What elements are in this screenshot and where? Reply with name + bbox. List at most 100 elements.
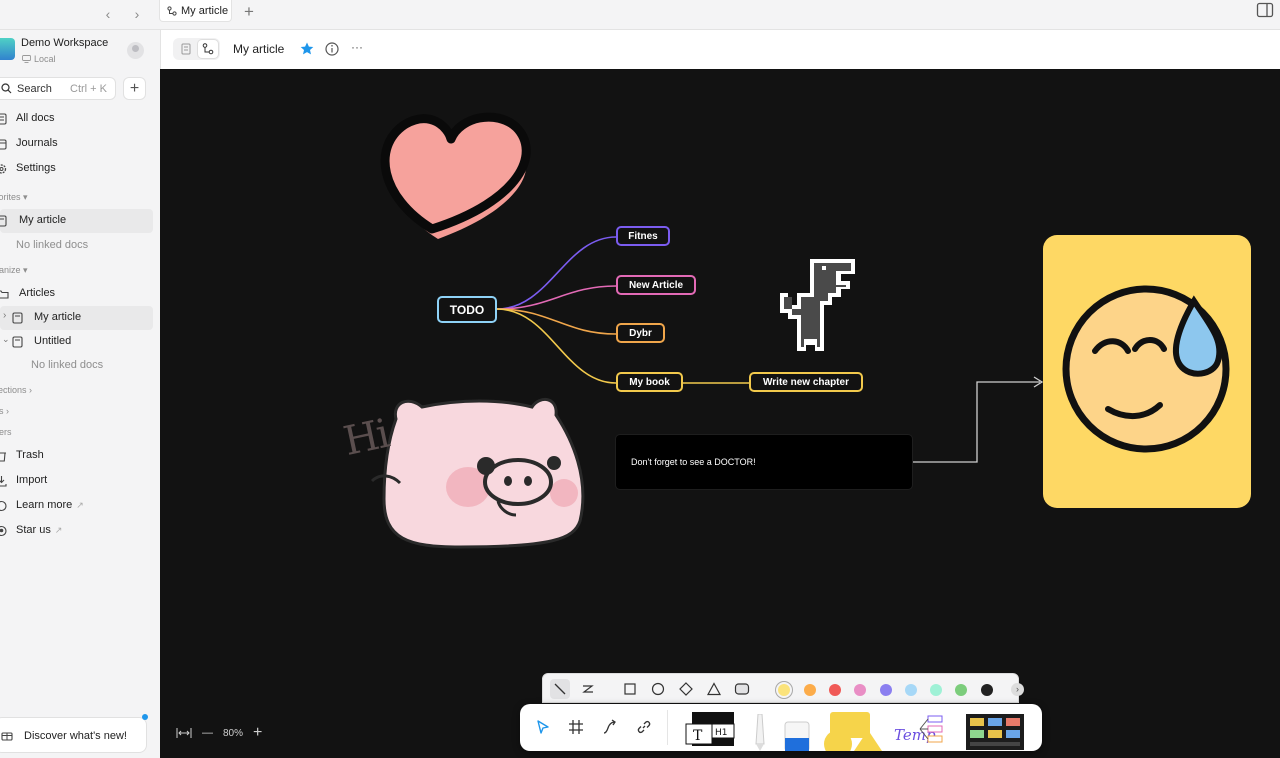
sidebar-item-journals[interactable]: Journals: [0, 132, 155, 156]
section-organize-label: ganize: [0, 265, 21, 275]
zoom-level[interactable]: 80%: [223, 728, 243, 739]
shapes-icon[interactable]: [820, 710, 884, 751]
color-swatch-red[interactable]: [829, 684, 841, 696]
connector-icon[interactable]: [601, 718, 619, 736]
workspace-logo[interactable]: [0, 38, 15, 60]
chevron-right-icon[interactable]: ›: [3, 310, 6, 321]
pen-tool-button[interactable]: [550, 679, 570, 699]
workspace-storage-label: Local: [34, 54, 56, 64]
sidebar-item-label: Untitled: [34, 335, 72, 347]
section-tags[interactable]: gs ›: [0, 406, 9, 416]
color-swatch-teal[interactable]: [930, 684, 942, 696]
mindmap-node-fitnes[interactable]: Fitnes: [616, 226, 670, 246]
page-icon: [12, 312, 23, 324]
zoom-in-button[interactable]: +: [253, 724, 262, 742]
sidebar-item-import[interactable]: Import: [0, 469, 155, 493]
color-swatch-black[interactable]: [981, 684, 993, 696]
workspace-name[interactable]: Demo Workspace: [21, 37, 108, 49]
dino-sticker[interactable]: [780, 259, 855, 351]
color-swatch-yellow[interactable]: [778, 684, 790, 696]
emoji-card-sticker[interactable]: [1043, 235, 1251, 508]
color-swatch-blue[interactable]: [905, 684, 917, 696]
mindmap-template-icon[interactable]: Temp: [892, 712, 952, 748]
circle-icon[interactable]: [650, 681, 666, 697]
curve-icon[interactable]: [580, 681, 596, 697]
favorite-item-my-article[interactable]: My article: [0, 209, 153, 233]
star-us-text: Star us: [16, 524, 51, 536]
color-swatch-green[interactable]: [955, 684, 967, 696]
mindmap-node-write-new-chapter[interactable]: Write new chapter: [749, 372, 863, 392]
template-gallery-icon[interactable]: [964, 712, 1028, 752]
docs-icon: [0, 113, 7, 125]
note-text: Don't forget to see a DOCTOR!: [631, 457, 756, 467]
info-icon[interactable]: [324, 41, 340, 57]
select-pointer-icon[interactable]: [534, 718, 552, 736]
sidebar-item-star-us[interactable]: Star us ↗: [0, 519, 155, 543]
sidebar-item-label: Trash: [16, 449, 44, 461]
canvas-artwork: [370, 112, 1251, 549]
sidebar-item-settings[interactable]: Settings: [0, 157, 155, 181]
section-organize[interactable]: ganize ▾: [0, 265, 28, 276]
section-others[interactable]: hers: [0, 427, 12, 437]
chevron-down-icon[interactable]: ⌄: [2, 334, 10, 345]
sidebar-item-trash[interactable]: Trash: [0, 444, 155, 468]
mode-switch[interactable]: [173, 38, 220, 60]
discover-whats-new-button[interactable]: Discover what's new!: [0, 714, 148, 753]
color-swatch-orange[interactable]: [804, 684, 816, 696]
zoom-out-button[interactable]: —: [202, 727, 213, 739]
frame-icon[interactable]: [567, 718, 585, 736]
mindmap-node-dybr[interactable]: Dybr: [616, 323, 665, 343]
star-icon[interactable]: [299, 41, 315, 57]
notification-dot: [142, 714, 148, 720]
sidebar-item-label: All docs: [16, 112, 55, 124]
pen-icon[interactable]: [750, 714, 770, 751]
folder-articles[interactable]: Articles: [0, 282, 155, 306]
folder-doc-my-article[interactable]: › My article: [0, 306, 153, 330]
svg-text:H1: H1: [715, 728, 728, 738]
heart-sticker[interactable]: [380, 112, 531, 239]
mindmap-node-new-article[interactable]: New Article: [616, 275, 696, 295]
favorites-empty: No linked docs: [16, 239, 89, 251]
folder-doc-untitled[interactable]: ⌄ Untitled: [0, 330, 155, 354]
edgeless-mode-button[interactable]: [198, 40, 218, 58]
rounded-rectangle-icon[interactable]: [734, 681, 750, 697]
eraser-icon[interactable]: [782, 718, 812, 751]
page-title[interactable]: My article: [233, 42, 284, 56]
avatar[interactable]: [127, 42, 144, 59]
mindmap-node-my-book[interactable]: My book: [616, 372, 683, 392]
right-sidebar-toggle-icon[interactable]: [1256, 2, 1274, 18]
section-favorites[interactable]: vorites ▾: [0, 192, 28, 203]
sidebar-item-learn-more[interactable]: Learn more ↗: [0, 494, 155, 518]
search-input[interactable]: Search Ctrl + K: [0, 77, 116, 100]
back-icon[interactable]: ‹: [97, 3, 119, 25]
forward-icon[interactable]: ›: [126, 3, 148, 25]
fit-to-screen-icon[interactable]: [176, 727, 192, 739]
page-mode-button[interactable]: [176, 40, 196, 58]
mindmap-root-node[interactable]: TODO: [437, 296, 497, 323]
hi-sticker-text: Hi: [339, 410, 392, 466]
search-placeholder: Search: [17, 83, 52, 95]
color-swatch-pink[interactable]: [854, 684, 866, 696]
edgeless-canvas[interactable]: Hi TODO Fitnes New Article Dybr My book …: [160, 69, 1280, 758]
scroll-right-icon[interactable]: ›: [1011, 683, 1024, 696]
diamond-icon[interactable]: [678, 681, 694, 697]
sidebar-item-all-docs[interactable]: All docs: [0, 107, 155, 131]
pig-sticker[interactable]: [370, 398, 585, 549]
sidebar: Demo Workspace Local Search Ctrl + K + A…: [0, 30, 159, 758]
more-options-icon[interactable]: ···: [351, 40, 363, 54]
note-block[interactable]: Don't forget to see a DOCTOR!: [616, 435, 912, 489]
add-doc-button[interactable]: +: [123, 77, 146, 100]
square-icon[interactable]: [622, 681, 638, 697]
external-link-icon: ↗: [54, 525, 63, 535]
sidebar-item-label: My article: [19, 214, 67, 226]
color-swatch-purple[interactable]: [880, 684, 892, 696]
new-tab-button[interactable]: +: [239, 2, 259, 22]
text-tools-icon[interactable]: T H1: [680, 710, 740, 750]
tab-my-article[interactable]: My article: [159, 0, 232, 22]
link-icon[interactable]: [635, 718, 653, 736]
sidebar-item-label: Learn more ↗: [16, 499, 84, 511]
section-favorites-label: vorites: [0, 192, 21, 202]
edgeless-icon: [202, 43, 214, 55]
section-collections[interactable]: llections ›: [0, 385, 32, 395]
triangle-icon[interactable]: [706, 681, 722, 697]
